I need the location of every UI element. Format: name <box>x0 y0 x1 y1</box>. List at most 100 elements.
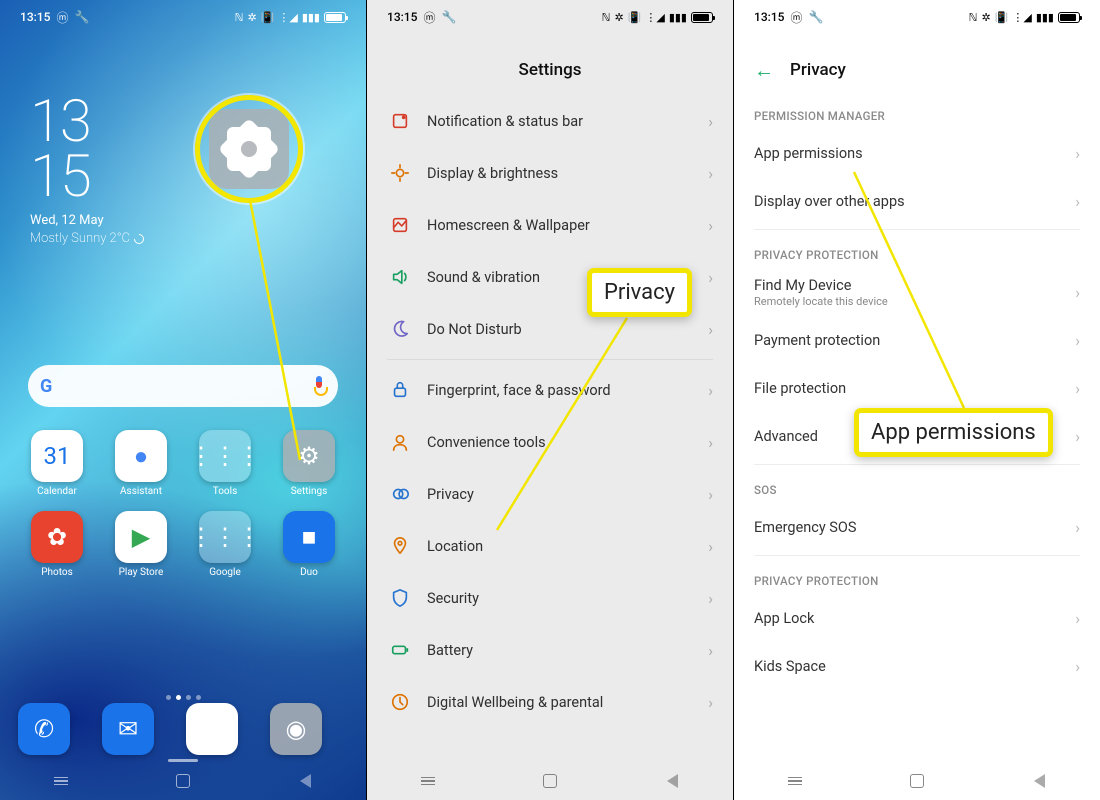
bluetooth-icon: ✲ <box>981 11 990 24</box>
dock-messages[interactable]: ✉ <box>102 703 180 755</box>
row-kids-space[interactable]: Kids Space› <box>734 642 1100 690</box>
chevron-right-icon: › <box>1075 657 1080 676</box>
dock-icon: ✆ <box>18 703 70 755</box>
status-bar: 13:15 ⓜ 🔧 ℕ ✲ 📳 ⋮◢ ▮▮▮ <box>0 0 366 34</box>
row-label: App Lock <box>754 610 1067 627</box>
row-label: File protection <box>754 380 1067 397</box>
bluetooth-icon: ✲ <box>247 11 256 24</box>
settings-widget-highlight[interactable] <box>195 95 303 203</box>
row-file-protection[interactable]: File protection › <box>734 364 1100 412</box>
privacy-title: Privacy <box>790 60 846 80</box>
back-icon[interactable]: ← <box>754 58 774 83</box>
mic-icon[interactable] <box>312 376 326 396</box>
status-time: 13:15 <box>20 10 50 24</box>
dock-chrome[interactable]: ◉ <box>186 703 264 755</box>
wifi-icon: ⋮◢ <box>645 11 664 24</box>
nav-bar <box>367 762 733 800</box>
app-icon: ▶ <box>115 511 167 563</box>
status-time: 13:15 <box>387 10 417 24</box>
clock-weather: Mostly Sunny 2°C <box>30 231 144 246</box>
settings-screen: 13:15 ⓜ 🔧 ℕ ✲ 📳 ⋮◢ ▮▮▮ Settings Notifica… <box>367 0 733 800</box>
chevron-right-icon: › <box>1075 144 1080 163</box>
row-find-my-device[interactable]: Find My DeviceRemotely locate this devic… <box>734 268 1100 316</box>
dock-phone[interactable]: ✆ <box>18 703 96 755</box>
row-emergency-sos[interactable]: Emergency SOS› <box>734 503 1100 551</box>
row-label: Find My DeviceRemotely locate this devic… <box>754 277 1067 308</box>
wifi-icon: ⋮◢ <box>1012 11 1031 24</box>
nav-recents[interactable] <box>418 771 438 791</box>
row-label: Payment protection <box>754 332 1067 349</box>
app-calendar[interactable]: 31 Calendar <box>18 430 96 497</box>
nav-back[interactable] <box>662 771 682 791</box>
m-icon: ⓜ <box>56 9 68 26</box>
nav-bar <box>734 762 1100 800</box>
signal-icon: ▮▮▮ <box>302 11 320 24</box>
wrench-icon: 🔧 <box>74 10 89 24</box>
signal-icon: ▮▮▮ <box>1036 11 1054 24</box>
nav-recents[interactable] <box>51 771 71 791</box>
m-icon: ⓜ <box>423 9 435 26</box>
row-label: App permissions <box>754 145 1067 162</box>
app-label: Calendar <box>37 486 77 497</box>
battery-icon <box>1058 12 1080 23</box>
refresh-icon <box>132 232 146 246</box>
nav-back[interactable] <box>1029 771 1049 791</box>
nav-home[interactable] <box>907 771 927 791</box>
row-app-lock[interactable]: App Lock › <box>734 594 1100 642</box>
app-icon: ⚙ <box>283 430 335 482</box>
row-payment-protection[interactable]: Payment protection › <box>734 316 1100 364</box>
dock: ✆✉◉◉ <box>18 703 348 755</box>
callout-app-permissions: App permissions <box>854 408 1053 457</box>
app-label: Photos <box>41 567 73 578</box>
app-duo[interactable]: ■ Duo <box>270 511 348 578</box>
section-header: SOS <box>734 469 1100 503</box>
home-screen: 13:15 ⓜ 🔧 ℕ ✲ 📳 ⋮◢ ▮▮▮ 13 15 Wed, 12 May… <box>0 0 366 800</box>
dim-overlay <box>367 0 733 800</box>
app-play-store[interactable]: ▶ Play Store <box>102 511 180 578</box>
status-time: 13:15 <box>754 10 784 24</box>
google-search-bar[interactable]: G <box>28 365 338 407</box>
chevron-right-icon: › <box>1075 331 1080 350</box>
dock-icon: ◉ <box>186 703 238 755</box>
app-icon: ● <box>115 430 167 482</box>
app-tools[interactable]: ⋮⋮⋮Tools <box>186 430 264 497</box>
app-label: Play Store <box>119 567 164 578</box>
battery-icon <box>691 12 713 23</box>
app-icon: ■ <box>283 511 335 563</box>
google-logo-icon: G <box>40 376 52 397</box>
clock-widget[interactable]: 13 15 Wed, 12 May Mostly Sunny 2°C <box>30 95 144 246</box>
app-grid: 31 Calendar ● Assistant ⋮⋮⋮Tools ⚙ Settings ✿Ph… <box>18 430 348 578</box>
clock-hours: 13 <box>30 95 144 150</box>
wifi-icon: ⋮◢ <box>278 11 297 24</box>
status-bar: 13:15 ⓜ 🔧 ℕ ✲ 📳 ⋮◢ ▮▮▮ <box>367 0 733 34</box>
section-header: PERMISSION MANAGER <box>734 95 1100 129</box>
nav-back[interactable] <box>295 771 315 791</box>
nfc-icon: ℕ <box>235 11 244 24</box>
chevron-right-icon: › <box>1075 609 1080 628</box>
bluetooth-icon: ✲ <box>614 11 623 24</box>
nav-home[interactable] <box>540 771 560 791</box>
row-app-permissions[interactable]: App permissions › <box>734 129 1100 177</box>
app-settings[interactable]: ⚙ Settings <box>270 430 348 497</box>
dock-camera[interactable]: ◉ <box>270 703 348 755</box>
battery-icon <box>324 12 346 23</box>
divider <box>754 464 1080 465</box>
app-label: Duo <box>300 567 318 578</box>
nav-recents[interactable] <box>785 771 805 791</box>
app-label: Settings <box>291 486 328 497</box>
row-display-over-other-apps[interactable]: Display over other apps› <box>734 177 1100 225</box>
chevron-right-icon: › <box>1075 379 1080 398</box>
app-photos[interactable]: ✿Photos <box>18 511 96 578</box>
app-label: Assistant <box>120 486 162 497</box>
app-icon: 31 <box>31 430 83 482</box>
divider <box>754 229 1080 230</box>
nav-home[interactable] <box>173 771 193 791</box>
m-icon: ⓜ <box>790 9 802 26</box>
app-google[interactable]: ⋮⋮⋮Google <box>186 511 264 578</box>
chevron-right-icon: › <box>1075 427 1080 446</box>
clock-date: Wed, 12 May <box>30 213 144 228</box>
app-assistant[interactable]: ● Assistant <box>102 430 180 497</box>
dock-icon: ◉ <box>270 703 322 755</box>
settings-tile[interactable] <box>209 109 289 189</box>
divider <box>754 555 1080 556</box>
